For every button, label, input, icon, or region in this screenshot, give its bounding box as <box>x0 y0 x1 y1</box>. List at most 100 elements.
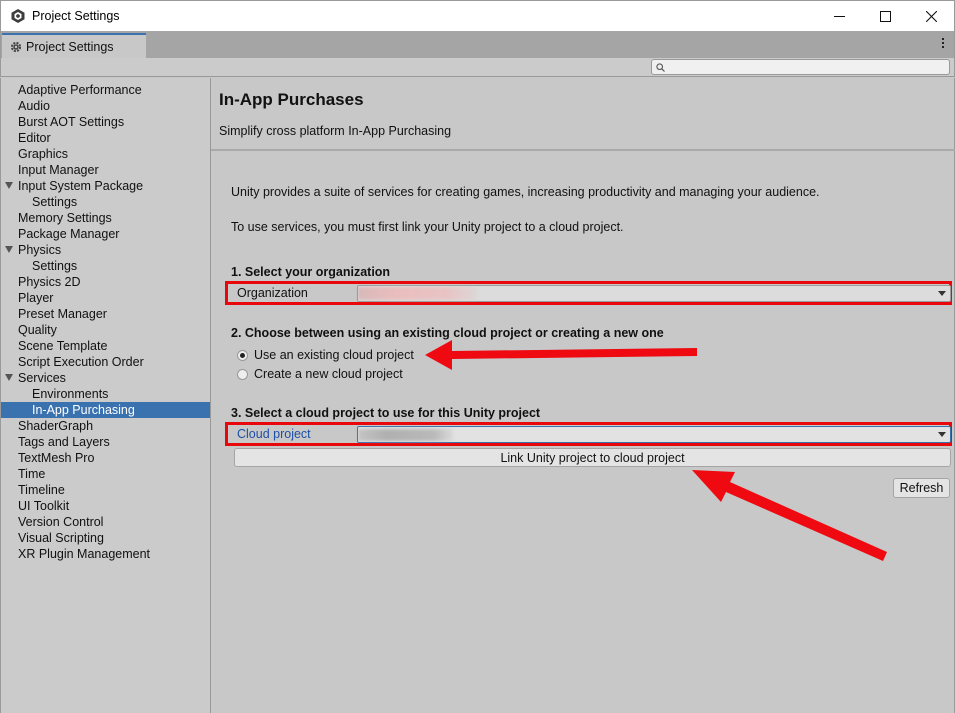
expand-arrow-icon[interactable] <box>5 246 13 253</box>
window-title: Project Settings <box>32 9 120 23</box>
page-subtitle: Simplify cross platform In-App Purchasin… <box>219 124 452 138</box>
tab-label: Project Settings <box>26 39 114 54</box>
radio-new-label: Create a new cloud project <box>254 367 403 381</box>
sidebar-item-input-system-package[interactable]: Input System Package <box>1 178 210 194</box>
intro-text: Unity provides a suite of services for c… <box>231 185 820 199</box>
sidebar-item-burst-aot-settings[interactable]: Burst AOT Settings <box>1 114 210 130</box>
sidebar-item-textmesh-pro[interactable]: TextMesh Pro <box>1 450 210 466</box>
sidebar-item-label: In-App Purchasing <box>32 403 135 417</box>
sidebar-item-input-manager[interactable]: Input Manager <box>1 162 210 178</box>
step1-heading: 1. Select your organization <box>231 265 391 279</box>
sidebar-item-label: Preset Manager <box>18 307 107 321</box>
more-options-icon[interactable] <box>941 38 945 48</box>
organization-row: Organization <box>225 281 952 305</box>
radio-new-project[interactable]: Create a new cloud project <box>237 367 403 381</box>
sidebar-item-physics[interactable]: Physics <box>1 242 210 258</box>
sidebar-item-label: Settings <box>32 195 78 209</box>
radio-existing-project[interactable]: Use an existing cloud project <box>237 348 414 362</box>
sidebar-item-label: Input Manager <box>18 163 99 177</box>
redacted-cloud-project <box>358 429 453 441</box>
refresh-button[interactable]: Refresh <box>893 478 950 498</box>
sidebar-item-label: Audio <box>18 99 50 113</box>
close-button[interactable] <box>908 1 954 31</box>
sidebar-item-version-control[interactable]: Version Control <box>1 514 210 530</box>
sidebar-item-xr-plugin-management[interactable]: XR Plugin Management <box>1 546 210 562</box>
close-icon <box>925 10 937 22</box>
sidebar-item-quality[interactable]: Quality <box>1 322 210 338</box>
radio-existing-label: Use an existing cloud project <box>254 348 414 362</box>
sidebar-item-memory-settings[interactable]: Memory Settings <box>1 210 210 226</box>
sidebar-item-label: XR Plugin Management <box>18 547 151 561</box>
maximize-button[interactable] <box>862 1 908 31</box>
sidebar-item-label: Services <box>18 371 66 385</box>
sidebar-item-editor[interactable]: Editor <box>1 130 210 146</box>
minimize-icon <box>833 15 845 17</box>
sidebar-item-adaptive-performance[interactable]: Adaptive Performance <box>1 82 210 98</box>
maximize-icon <box>879 10 891 22</box>
minimize-button[interactable] <box>816 1 862 31</box>
link-instructions: To use services, you must first link you… <box>231 220 624 234</box>
sidebar-item-label: ShaderGraph <box>18 419 94 433</box>
sidebar-item-visual-scripting[interactable]: Visual Scripting <box>1 530 210 546</box>
settings-panel: In-App Purchases Simplify cross platform… <box>211 78 955 713</box>
tab-project-settings[interactable]: Project Settings <box>2 33 146 58</box>
step2-heading: 2. Choose between using an existing clou… <box>231 326 664 340</box>
sidebar-item-script-execution-order[interactable]: Script Execution Order <box>1 354 210 370</box>
search-icon <box>656 62 665 72</box>
sidebar-item-scene-template[interactable]: Scene Template <box>1 338 210 354</box>
sidebar-item-services[interactable]: Services <box>1 370 210 386</box>
sidebar-item-audio[interactable]: Audio <box>1 98 210 114</box>
sidebar-item-label: Physics <box>18 243 62 257</box>
sidebar-item-label: Editor <box>18 131 51 145</box>
sidebar-item-environments[interactable]: Environments <box>1 386 210 402</box>
organization-dropdown[interactable] <box>357 285 951 302</box>
expand-arrow-icon[interactable] <box>5 374 13 381</box>
sidebar-item-timeline[interactable]: Timeline <box>1 482 210 498</box>
sidebar-item-time[interactable]: Time <box>1 466 210 482</box>
sidebar-item-tags-and-layers[interactable]: Tags and Layers <box>1 434 210 450</box>
sidebar-item-label: Scene Template <box>18 339 108 353</box>
sidebar-item-label: Physics 2D <box>18 275 81 289</box>
organization-label: Organization <box>237 286 308 300</box>
sidebar-item-label: Environments <box>32 387 109 401</box>
unity-logo-icon <box>11 9 25 23</box>
sidebar-item-label: Input System Package <box>18 179 144 193</box>
cloud-project-row: Cloud project <box>225 422 952 446</box>
sidebar-item-label: Settings <box>32 259 78 273</box>
redacted-organization <box>358 287 478 300</box>
chevron-down-icon <box>938 291 946 296</box>
sidebar-item-physics-2d[interactable]: Physics 2D <box>1 274 210 290</box>
search-bar <box>0 58 955 77</box>
expand-arrow-icon[interactable] <box>5 182 13 189</box>
sidebar-item-preset-manager[interactable]: Preset Manager <box>1 306 210 322</box>
sidebar-item-label: Quality <box>18 323 57 337</box>
radio-button[interactable] <box>237 368 248 380</box>
sidebar-item-label: Tags and Layers <box>18 435 110 449</box>
sidebar-item-physics-settings[interactable]: Settings <box>1 258 210 274</box>
sidebar-item-package-manager[interactable]: Package Manager <box>1 226 210 242</box>
sidebar-item-in-app-purchasing[interactable]: In-App Purchasing <box>1 402 210 418</box>
sidebar-item-label: Graphics <box>18 147 69 161</box>
sidebar-item-label: Version Control <box>18 515 104 529</box>
search-field[interactable] <box>651 59 950 75</box>
sidebar-item-label: Memory Settings <box>18 211 112 225</box>
settings-sidebar: Adaptive Performance Audio Burst AOT Set… <box>0 78 211 713</box>
sidebar-item-label: Burst AOT Settings <box>18 115 125 129</box>
search-input[interactable] <box>668 61 938 73</box>
window-titlebar: Project Settings <box>0 0 955 31</box>
gear-icon <box>10 41 22 53</box>
radio-button-checked[interactable] <box>237 349 248 361</box>
sidebar-item-shadergraph[interactable]: ShaderGraph <box>1 418 210 434</box>
sidebar-item-input-system-settings[interactable]: Settings <box>1 194 210 210</box>
sidebar-item-label: Timeline <box>18 483 65 497</box>
sidebar-item-label: UI Toolkit <box>18 499 70 513</box>
sidebar-item-label: Adaptive Performance <box>18 83 142 97</box>
cloud-project-dropdown[interactable] <box>357 426 951 443</box>
sidebar-item-ui-toolkit[interactable]: UI Toolkit <box>1 498 210 514</box>
sidebar-item-label: Script Execution Order <box>18 355 144 369</box>
sidebar-item-graphics[interactable]: Graphics <box>1 146 210 162</box>
link-project-button[interactable]: Link Unity project to cloud project <box>234 448 951 467</box>
header-divider <box>211 149 955 151</box>
step3-heading: 3. Select a cloud project to use for thi… <box>231 406 541 420</box>
sidebar-item-player[interactable]: Player <box>1 290 210 306</box>
